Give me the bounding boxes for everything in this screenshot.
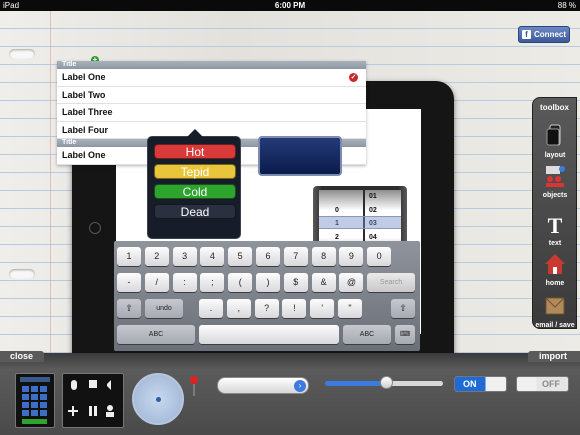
table-row[interactable]: Label Two xyxy=(57,87,366,104)
chevron-right-icon: › xyxy=(294,380,306,392)
punch-hole xyxy=(9,49,35,59)
import-tab[interactable]: import xyxy=(528,351,580,362)
close-tab[interactable]: close xyxy=(0,351,44,362)
popover-menu: Hot Tepid Cold Dead xyxy=(147,129,241,239)
toolbox-home-button[interactable]: home xyxy=(533,252,577,287)
key[interactable]: - xyxy=(117,273,141,292)
key[interactable]: : xyxy=(172,273,197,292)
design-canvas[interactable]: f Connect + Title Label One ✓ Label Two L… xyxy=(0,11,580,353)
key[interactable]: ? xyxy=(254,299,279,318)
shift-key[interactable]: ⇧ xyxy=(117,299,141,318)
option-dead-button[interactable]: Dead xyxy=(154,204,236,219)
layout-icon xyxy=(546,124,561,146)
key[interactable]: 1 xyxy=(117,247,141,266)
switch-on[interactable]: ON xyxy=(454,376,507,392)
location-circle[interactable] xyxy=(132,373,184,425)
table-row[interactable]: Label One ✓ xyxy=(57,69,366,87)
paper-margin-line xyxy=(50,11,51,353)
key[interactable]: 6 xyxy=(256,247,280,266)
section-header: Title xyxy=(57,61,366,69)
toolbox-title: toolbox xyxy=(540,103,569,112)
value-slider[interactable] xyxy=(325,376,443,389)
popover-arrow xyxy=(187,129,203,137)
space-key[interactable] xyxy=(199,325,339,344)
abc-key[interactable]: ABC xyxy=(343,325,391,344)
punch-hole xyxy=(9,269,35,279)
abc-key[interactable]: ABC xyxy=(117,325,195,344)
key[interactable]: / xyxy=(144,273,169,292)
home-button-icon xyxy=(89,222,101,234)
keyboard: 1 2 3 4 5 6 7 8 9 0- /:;() $ & @ Search ⇧ undo.,?! ' " ⇧ ABC… xyxy=(114,241,420,351)
key[interactable]: ( xyxy=(228,273,253,292)
option-cold-button[interactable]: Cold xyxy=(154,184,236,199)
key[interactable]: & xyxy=(311,273,336,292)
email-save-icon xyxy=(545,297,565,315)
key[interactable]: @ xyxy=(339,273,364,292)
key[interactable]: ' xyxy=(310,299,335,318)
disclosure-button[interactable]: › xyxy=(217,377,309,394)
checkmark-icon: ✓ xyxy=(349,73,358,82)
search-key[interactable]: Search xyxy=(367,273,415,292)
key[interactable]: $ xyxy=(283,273,308,292)
facebook-connect-label: Connect xyxy=(534,30,566,39)
switch-off[interactable]: OFF xyxy=(516,376,569,392)
key[interactable]: ) xyxy=(256,273,280,292)
key[interactable]: " xyxy=(338,299,362,318)
key[interactable]: 8 xyxy=(311,247,336,266)
key[interactable]: , xyxy=(226,299,251,318)
key[interactable]: 5 xyxy=(228,247,253,266)
option-hot-button[interactable]: Hot xyxy=(154,144,236,159)
status-bar: iPad 6:00 PM 88 % xyxy=(0,0,580,11)
key[interactable]: 9 xyxy=(339,247,364,266)
keypad-icon xyxy=(20,377,50,424)
table-row[interactable]: Label Three xyxy=(57,104,366,122)
call-controls-icon xyxy=(68,380,114,417)
toolbox-layout-button[interactable]: layout xyxy=(533,124,577,159)
home-icon xyxy=(545,254,565,274)
toolbox-objects-button[interactable]: objects xyxy=(533,164,577,199)
navy-button-element[interactable] xyxy=(258,136,342,176)
toolbox-text-button[interactable]: T text xyxy=(533,213,577,248)
option-tepid-button[interactable]: Tepid xyxy=(154,164,236,179)
picker-selection-bar xyxy=(319,216,401,229)
key[interactable]: 0 xyxy=(367,247,392,266)
phone-keypad-thumbnail[interactable] xyxy=(15,373,55,428)
undo-key[interactable]: undo xyxy=(145,299,183,318)
toolbox-email-save-button[interactable]: email / save xyxy=(533,294,577,329)
toolbox-panel: toolbox layout objects T text home email… xyxy=(532,97,577,329)
key[interactable]: 2 xyxy=(144,247,169,266)
key[interactable]: 7 xyxy=(283,247,308,266)
text-icon: T xyxy=(547,213,563,238)
key[interactable]: 4 xyxy=(200,247,225,266)
key[interactable]: ! xyxy=(282,299,307,318)
key[interactable]: . xyxy=(199,299,223,318)
shift-key[interactable]: ⇧ xyxy=(391,299,415,318)
map-pin-icon[interactable] xyxy=(188,375,200,397)
clock: 6:00 PM xyxy=(274,1,306,10)
objects-icon xyxy=(546,166,565,187)
facebook-connect-button[interactable]: f Connect xyxy=(518,26,570,43)
facebook-icon: f xyxy=(522,30,531,39)
battery-label: 88 % xyxy=(557,1,576,10)
location-dot xyxy=(156,397,161,402)
call-controls-thumbnail[interactable] xyxy=(62,373,124,428)
key[interactable]: 3 xyxy=(172,247,197,266)
hide-keyboard-key[interactable]: ⌨ xyxy=(395,325,415,344)
key[interactable]: ; xyxy=(200,273,225,292)
